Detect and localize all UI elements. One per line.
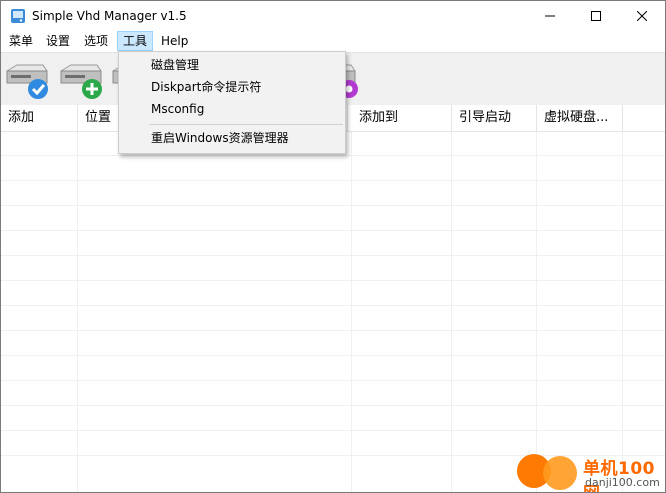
- watermark-circle: [543, 456, 577, 490]
- menu-settings[interactable]: 设置: [41, 32, 75, 50]
- row-divider: [1, 155, 665, 156]
- row-divider: [1, 430, 665, 431]
- row-divider: [1, 330, 665, 331]
- title-bar[interactable]: Simple Vhd Manager v1.5: [1, 1, 665, 31]
- watermark-subtitle: danji100.com: [585, 476, 660, 489]
- maximize-icon: [591, 11, 601, 21]
- row-divider: [1, 305, 665, 306]
- menu-item-disk-management[interactable]: 磁盘管理: [119, 54, 345, 76]
- row-divider: [1, 180, 665, 181]
- menu-tools[interactable]: 工具: [117, 31, 154, 51]
- column-header-vhd[interactable]: 虚拟硬盘...: [537, 105, 623, 131]
- row-divider: [1, 280, 665, 281]
- minimize-icon: [545, 15, 555, 17]
- menu-item-msconfig[interactable]: Msconfig: [119, 98, 345, 120]
- column-header-add[interactable]: 添加: [1, 105, 78, 131]
- column-divider: [451, 132, 452, 492]
- close-button[interactable]: [619, 1, 665, 31]
- window-title: Simple Vhd Manager v1.5: [32, 9, 187, 23]
- minimize-button[interactable]: [527, 1, 573, 31]
- app-icon: [11, 9, 25, 23]
- row-divider: [1, 380, 665, 381]
- disk-check-icon: [6, 64, 48, 99]
- watermark-logo: 单机100网 danji100.com: [515, 452, 665, 492]
- column-divider: [351, 132, 352, 492]
- row-divider: [1, 230, 665, 231]
- menu-main[interactable]: 菜单: [4, 32, 38, 50]
- column-header-added-to[interactable]: 添加到: [352, 105, 452, 131]
- app-window: Simple Vhd Manager v1.5 菜单 设置 选项 工具 Help: [0, 0, 666, 493]
- column-divider: [622, 132, 623, 492]
- row-divider: [1, 355, 665, 356]
- disk-add-icon: [60, 64, 102, 99]
- maximize-button[interactable]: [573, 1, 619, 31]
- menu-help[interactable]: Help: [156, 32, 193, 50]
- column-divider: [77, 132, 78, 492]
- menu-bar: 菜单 设置 选项 工具 Help: [1, 31, 665, 51]
- tools-dropdown-menu: 磁盘管理 Diskpart命令提示符 Msconfig 重启Windows资源管…: [118, 51, 346, 154]
- toolbar-button-add[interactable]: [57, 57, 105, 101]
- toolbar-button-check[interactable]: [3, 57, 51, 101]
- menu-options[interactable]: 选项: [79, 32, 113, 50]
- menu-item-diskpart[interactable]: Diskpart命令提示符: [119, 76, 345, 98]
- row-divider: [1, 255, 665, 256]
- row-divider: [1, 205, 665, 206]
- menu-item-restart-explorer[interactable]: 重启Windows资源管理器: [119, 127, 345, 149]
- close-icon: [637, 11, 647, 21]
- vhd-list[interactable]: 添加 位置 添加到 引导启动 虚拟硬盘...: [1, 105, 665, 492]
- column-header-boot[interactable]: 引导启动: [452, 105, 537, 131]
- column-divider: [536, 132, 537, 492]
- menu-separator: [149, 124, 343, 125]
- row-divider: [1, 405, 665, 406]
